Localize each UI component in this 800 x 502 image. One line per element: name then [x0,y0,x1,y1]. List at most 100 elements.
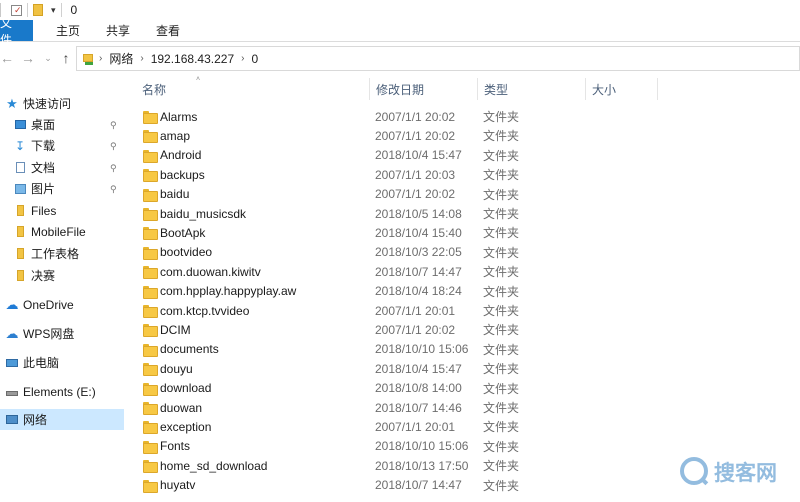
tab-file[interactable]: 文件 [0,16,33,47]
nav-item-worksheets[interactable]: 工作表格 [0,243,124,264]
column-header-type[interactable]: 类型 [478,78,586,100]
file-date: 2018/10/4 15:40 [375,225,462,240]
computer-icon [5,356,19,370]
file-date: 2007/1/1 20:03 [375,167,456,182]
breadcrumb-folder[interactable]: 0 [251,52,258,66]
file-date: 2007/1/1 20:02 [375,187,456,202]
nav-item-label: 决赛 [31,269,56,283]
breadcrumb-network[interactable]: 网络 [109,50,133,67]
file-row[interactable]: documents 2018/10/10 15:06 文件夹 [124,340,800,359]
file-row[interactable]: BootApk 2018/10/4 15:40 文件夹 [124,223,800,242]
file-row[interactable]: com.ktcp.tvvideo 2007/1/1 20:01 文件夹 [124,301,800,320]
new-folder-icon[interactable] [33,4,43,16]
file-type: 文件夹 [483,323,520,338]
file-name: com.hpplay.happyplay.aw [160,284,297,299]
nav-item-files[interactable]: Files [0,200,124,221]
file-type: 文件夹 [483,362,520,377]
back-arrow-icon[interactable]: ← [0,45,18,71]
file-row[interactable]: com.hpplay.happyplay.aw 2018/10/4 18:24 文件… [124,282,800,301]
breadcrumb-chevron-icon: › [99,53,103,64]
file-type: 文件夹 [483,265,520,280]
file-row[interactable]: com.duowan.kiwitv 2018/10/7 14:47 文件夹 [124,262,800,281]
forward-arrow-icon[interactable]: → [17,45,39,71]
pin-icon[interactable]: ⚲ [110,184,118,194]
breadcrumb-chevron-icon: › [140,53,144,64]
folder-icon [143,460,158,474]
folder-icon [143,169,158,183]
nav-quick-access[interactable]: ★ 快速访问 [0,93,124,114]
nav-wps-label: WPS网盘 [23,327,75,341]
title-bar: ✓ ▾ 0 [0,0,800,20]
folder-icon [143,440,158,454]
file-row[interactable]: baidu_musicsdk 2018/10/5 14:08 文件夹 [124,204,800,223]
download-icon: ↧ [14,138,26,153]
file-row[interactable]: exception 2007/1/1 20:01 文件夹 [124,417,800,436]
nav-item-label: 桌面 [31,118,56,132]
picture-icon [13,182,27,196]
file-name: amap [160,128,191,143]
tab-home[interactable]: 主页 [43,20,93,41]
file-row[interactable]: Alarms 2007/1/1 20:02 文件夹 [124,107,800,126]
file-row[interactable]: DCIM 2007/1/1 20:02 文件夹 [124,320,800,339]
address-bar[interactable]: › 网络 › 192.168.43.227 › 0 [76,46,800,71]
file-row[interactable]: douyu 2018/10/4 15:47 文件夹 [124,359,800,378]
tab-view[interactable]: 查看 [143,20,193,41]
file-date: 2007/1/1 20:02 [375,322,456,337]
file-row[interactable]: baidu 2007/1/1 20:02 文件夹 [124,185,800,204]
file-name: huyatv [160,478,196,493]
file-row[interactable]: Android 2018/10/4 15:47 文件夹 [124,146,800,165]
nav-wps[interactable]: ☁ WPS网盘 [0,323,124,344]
navigation-bar: ← → ⌄ ↑ › 网络 › 192.168.43.227 › 0 [0,42,800,74]
file-type: 文件夹 [483,381,520,396]
watermark: 搜客网 [676,453,796,493]
file-row[interactable]: download 2018/10/8 14:00 文件夹 [124,379,800,398]
nav-item-pictures[interactable]: 图片 ⚲ [0,178,124,199]
column-header-date[interactable]: 修改日期 [370,78,478,100]
file-name: backups [160,167,205,182]
nav-elements-drive[interactable]: Elements (E:) [0,381,124,402]
nav-this-pc[interactable]: 此电脑 [0,352,124,373]
document-icon [13,161,27,175]
file-row[interactable]: backups 2007/1/1 20:03 文件夹 [124,165,800,184]
file-date: 2018/10/5 14:08 [375,206,462,221]
nav-item-mobilefile[interactable]: MobileFile [0,221,124,242]
file-type: 文件夹 [483,110,520,124]
folder-icon [143,227,158,241]
nav-item-downloads[interactable]: ↧ 下载 ⚲ [0,135,124,156]
file-row[interactable]: amap 2007/1/1 20:02 文件夹 [124,126,800,145]
file-name: duowan [160,400,203,415]
nav-item-desktop[interactable]: 桌面 ⚲ [0,114,124,135]
folder-icon [13,225,27,239]
file-row[interactable]: duowan 2018/10/7 14:46 文件夹 [124,398,800,417]
breadcrumb-host[interactable]: 192.168.43.227 [151,52,234,66]
up-arrow-icon[interactable]: ↑ [55,45,77,71]
column-header-size[interactable]: 大小 [586,78,658,100]
nav-item-documents[interactable]: 文档 ⚲ [0,157,124,178]
file-name: download [160,381,212,396]
ribbon-tabs: 文件 主页 共享 查看 [0,16,800,47]
file-type: 文件夹 [483,245,520,260]
nav-network[interactable]: 网络 [0,409,124,430]
window-title: 0 [70,3,78,17]
nav-item-finals[interactable]: 决赛 [0,265,124,286]
nav-onedrive[interactable]: ☁ OneDrive [0,294,124,315]
file-type: 文件夹 [483,187,520,202]
customize-toolbar-icon[interactable]: ▾ [51,5,56,16]
folder-icon [143,285,158,299]
folder-icon [143,111,158,124]
column-header-name[interactable]: ˄ 名称 [136,76,370,100]
file-date: 2018/10/3 22:05 [375,245,462,260]
pin-icon[interactable]: ⚲ [110,141,118,151]
file-date: 2018/10/7 14:47 [375,264,462,279]
nav-onedrive-label: OneDrive [23,297,74,312]
file-date: 2018/10/10 15:06 [375,439,469,454]
file-name: exception [160,419,212,434]
tab-share[interactable]: 共享 [93,20,143,41]
folder-icon [13,247,27,261]
file-type: 文件夹 [483,439,520,454]
pin-icon[interactable]: ⚲ [110,120,118,130]
file-type: 文件夹 [483,284,520,299]
file-row[interactable]: bootvideo 2018/10/3 22:05 文件夹 [124,243,800,262]
wps-cloud-icon: ☁ [5,325,19,341]
pin-icon[interactable]: ⚲ [110,163,118,173]
